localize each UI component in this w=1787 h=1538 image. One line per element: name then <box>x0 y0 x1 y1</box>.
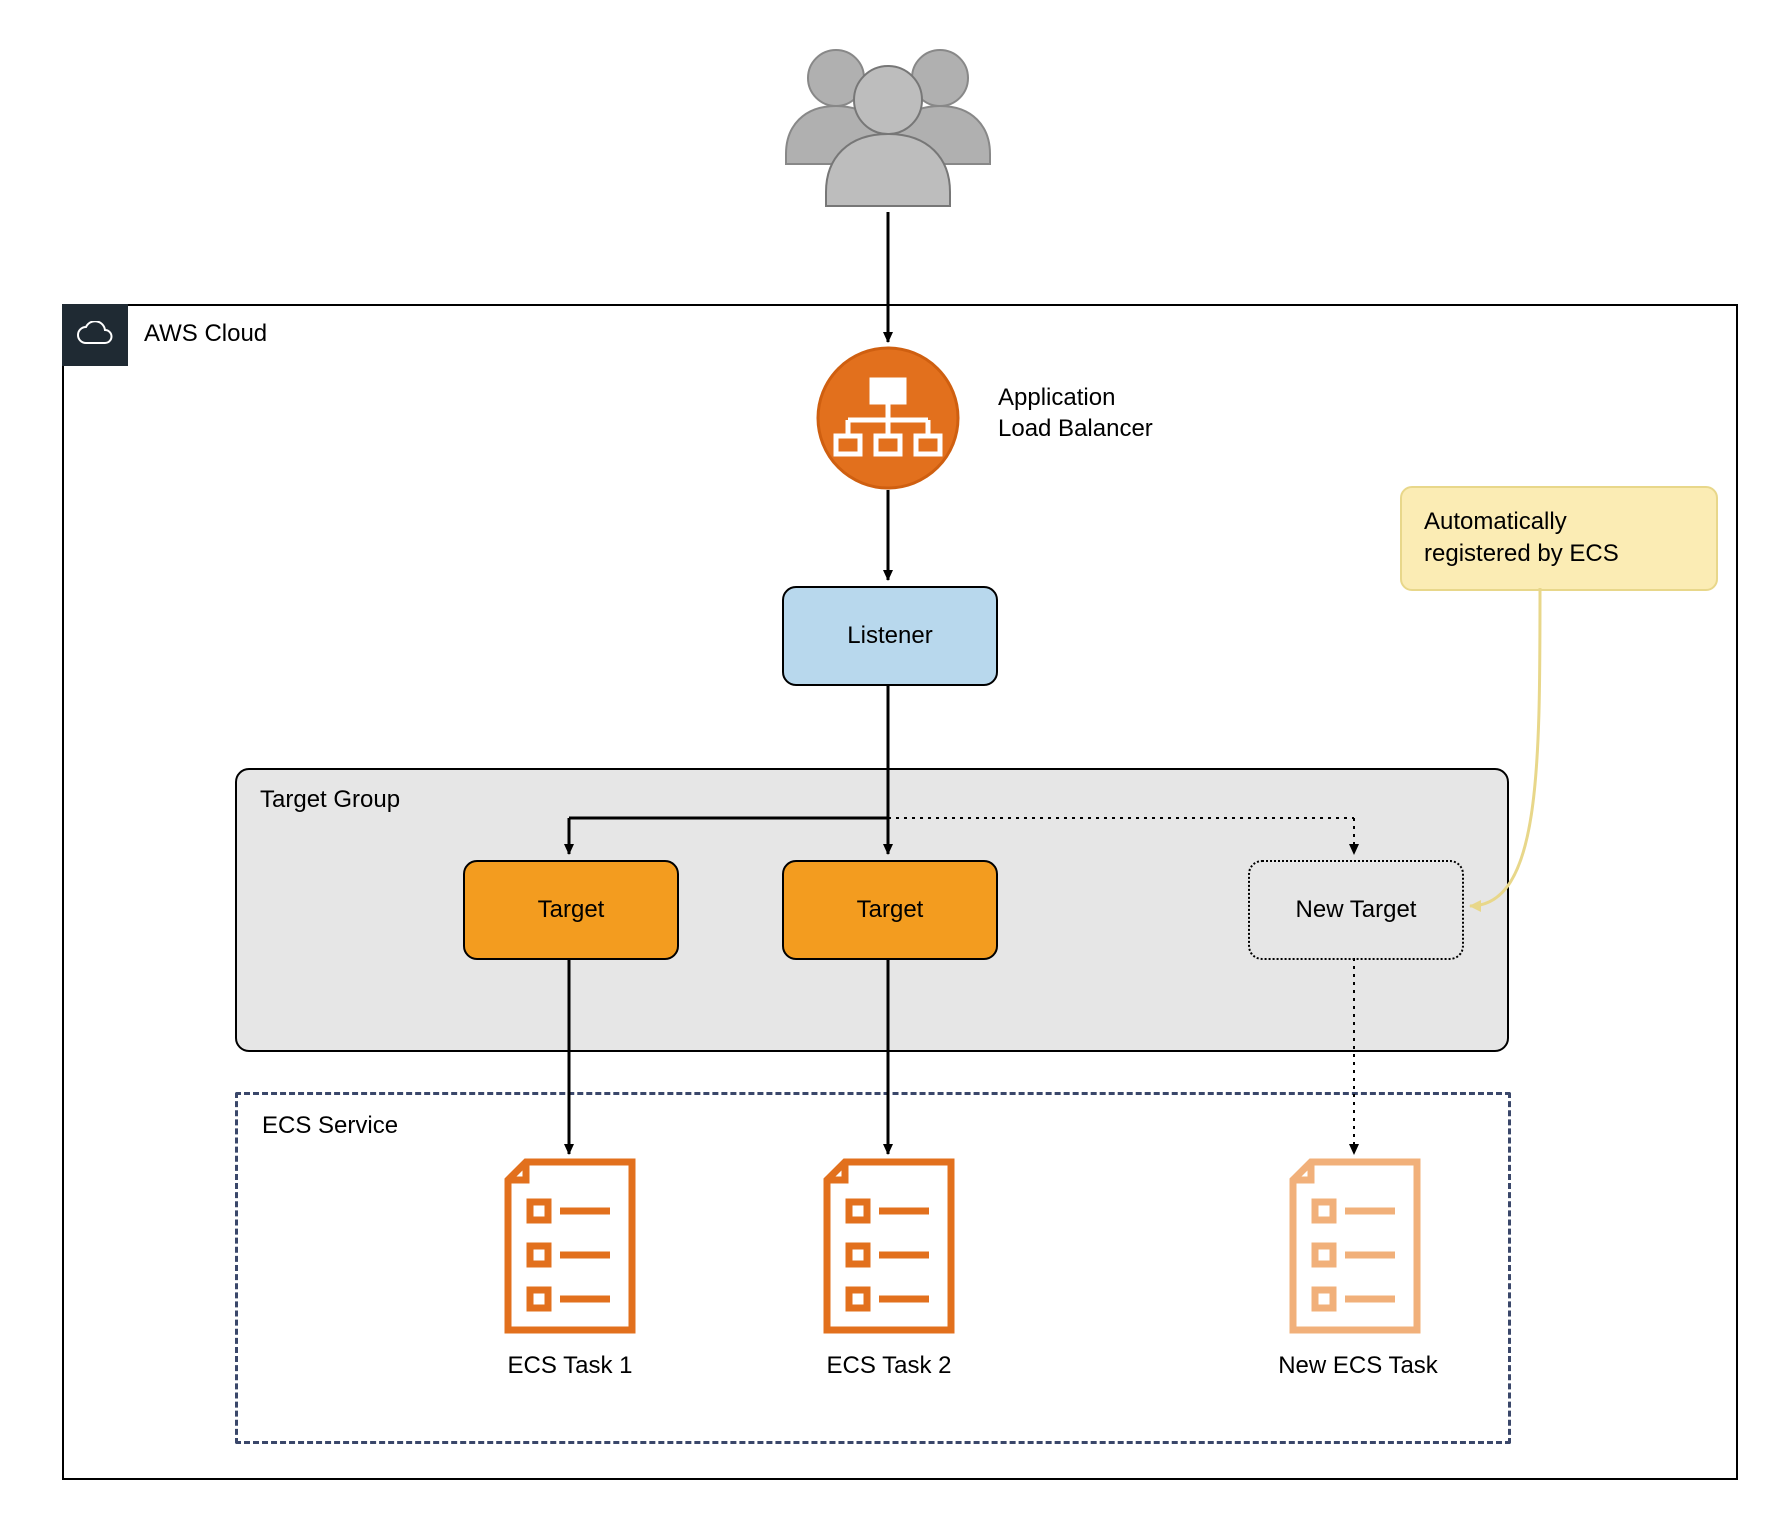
alb-label-line1: Application <box>998 382 1153 413</box>
ecs-task-1-label: ECS Task 1 <box>480 1352 660 1380</box>
aws-cloud-tab <box>62 304 128 366</box>
ecs-task-2-label: ECS Task 2 <box>799 1352 979 1380</box>
cloud-icon <box>75 321 115 349</box>
callout-line2: registered by ECS <box>1424 538 1694 570</box>
target-group-label: Target Group <box>260 786 400 814</box>
callout-box: Automatically registered by ECS <box>1400 486 1718 591</box>
listener-box: Listener <box>782 586 998 686</box>
aws-cloud-label: AWS Cloud <box>144 320 267 348</box>
ecs-service-container <box>235 1092 1511 1444</box>
new-target-box: New Target <box>1248 860 1464 960</box>
alb-label: Application Load Balancer <box>998 382 1153 444</box>
alb-label-line2: Load Balancer <box>998 413 1153 444</box>
target-label-2: Target <box>857 896 924 924</box>
callout-line1: Automatically <box>1424 506 1694 538</box>
ecs-service-label: ECS Service <box>262 1112 398 1140</box>
target-label-1: Target <box>538 896 605 924</box>
new-target-label: New Target <box>1296 896 1417 924</box>
listener-label: Listener <box>847 622 932 650</box>
users-icon <box>786 50 990 206</box>
target-box-2: Target <box>782 860 998 960</box>
diagram-canvas: AWS Cloud Target Group ECS Service Liste… <box>0 0 1787 1538</box>
target-box-1: Target <box>463 860 679 960</box>
new-ecs-task-label: New ECS Task <box>1258 1352 1458 1380</box>
